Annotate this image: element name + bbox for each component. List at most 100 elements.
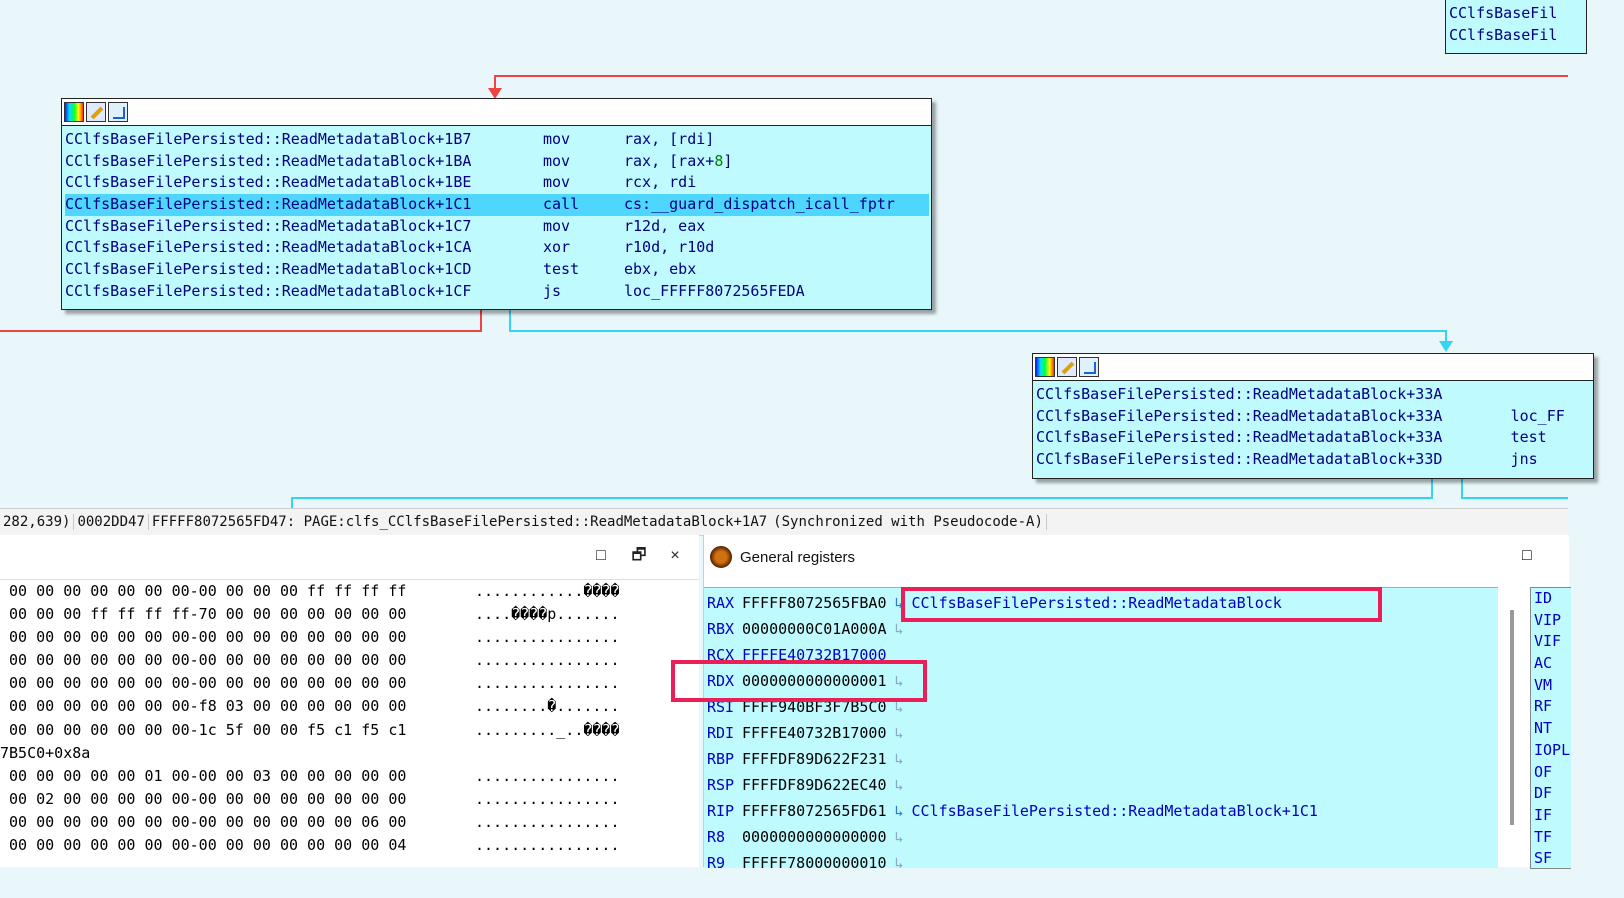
flag-item[interactable]: DF xyxy=(1531,783,1571,805)
hex-row[interactable]: 00 00 00 00 00 00 00-00 00 00 00 00 00 0… xyxy=(0,811,699,834)
hex-ascii: ............���� xyxy=(475,582,620,600)
flag-item[interactable]: SF xyxy=(1531,848,1571,870)
instruction-row[interactable]: CClfsBaseFilePersisted::ReadMetadataBloc… xyxy=(65,216,929,238)
flag-item[interactable]: VIP xyxy=(1531,610,1571,632)
flag-item[interactable]: AC xyxy=(1531,653,1571,675)
graph-node-right[interactable]: CClfsBaseFilePersisted::ReadMetadataBloc… xyxy=(1032,353,1594,479)
instruction-row[interactable]: CClfsBaseFilePersisted::ReadMetadataBloc… xyxy=(65,281,929,303)
instruction-row[interactable]: CClfsBaseFilePersisted::ReadMetadataBloc… xyxy=(65,237,929,259)
graph-node-main[interactable]: CClfsBaseFilePersisted::ReadMetadataBloc… xyxy=(61,98,932,310)
register-row[interactable]: RDI FFFFE40732B17000 ↳ xyxy=(707,721,904,745)
graph-view[interactable]: CClfsBaseFil CClfsBaseFil CClfsBaseFileP… xyxy=(0,0,1594,508)
register-name: RBX xyxy=(707,620,735,638)
instruction-list: CClfsBaseFilePersisted::ReadMetadataBloc… xyxy=(62,126,931,305)
hex-ascii: ........�....... xyxy=(475,697,620,716)
jump-target-link[interactable]: loc_FFFFF8072565FEDA xyxy=(624,281,805,303)
node-row[interactable]: CClfsBaseFil xyxy=(1449,25,1584,47)
instruction-row[interactable]: CClfsBaseFilePersisted::ReadMetadataBloc… xyxy=(1036,427,1591,449)
register-row[interactable]: R9 FFFFF78000000010 ↳ xyxy=(707,851,904,868)
hex-bytes: 00 00 00 00 00 00 00-00 00 00 00 00 00 0… xyxy=(0,812,407,831)
register-row[interactable]: RBX 00000000C01A000A ↳ xyxy=(707,617,904,641)
flag-item[interactable]: NT xyxy=(1531,718,1571,740)
node-header xyxy=(62,99,931,126)
maximize-button[interactable]: □ xyxy=(592,547,610,565)
node-row[interactable]: CClfsBaseFil xyxy=(1449,3,1584,25)
register-value[interactable]: FFFFF8072565FD61 xyxy=(742,802,887,820)
hex-ascii: ................ xyxy=(475,766,620,785)
instruction-row[interactable]: CClfsBaseFilePersisted::ReadMetadataBloc… xyxy=(65,151,929,173)
flag-item[interactable]: TF xyxy=(1531,827,1571,849)
hex-dump[interactable]: 00 00 00 00 00 00 00-00 00 00 00 ff ff f… xyxy=(0,580,699,857)
group-node-icon[interactable] xyxy=(1079,357,1099,377)
edge-red-out xyxy=(0,310,482,332)
register-value[interactable]: FFFFE40732B17000 xyxy=(742,724,887,742)
register-row[interactable]: R8 0000000000000000 ↳ xyxy=(707,825,904,849)
instruction-row[interactable]: CClfsBaseFilePersisted::ReadMetadataBloc… xyxy=(65,172,929,194)
register-value[interactable]: 00000000C01A000A xyxy=(742,620,887,638)
hex-row[interactable]: 00 00 00 00 00 00 00-00 00 00 00 00 00 0… xyxy=(0,649,699,672)
hex-row[interactable]: 00 00 00 ff ff ff ff-70 00 00 00 00 00 0… xyxy=(0,603,699,626)
hex-row[interactable]: 00 00 00 00 00 00 00-00 00 00 00 00 00 0… xyxy=(0,672,699,695)
instruction-row[interactable]: CClfsBaseFilePersisted::ReadMetadataBloc… xyxy=(1036,384,1591,406)
register-scrollbar[interactable] xyxy=(1510,610,1514,825)
flag-item[interactable]: VM xyxy=(1531,675,1571,697)
edit-node-icon[interactable] xyxy=(1057,357,1077,377)
close-button[interactable]: × xyxy=(666,547,684,565)
group-node-icon[interactable] xyxy=(108,102,128,122)
register-row[interactable]: RBP FFFFDF89D622F231 ↳ xyxy=(707,747,904,771)
flag-item[interactable]: ID xyxy=(1531,588,1571,610)
instruction-row[interactable]: CClfsBaseFilePersisted::ReadMetadataBloc… xyxy=(1036,449,1591,471)
instruction-row[interactable]: CClfsBaseFilePersisted::ReadMetadataBloc… xyxy=(65,129,929,151)
edge-cyan-arrow xyxy=(1439,341,1453,352)
register-row[interactable]: RIP FFFFF8072565FD61 ↳ CClfsBaseFilePersist… xyxy=(707,799,1318,823)
register-value[interactable]: FFFFDF89D622F231 xyxy=(742,750,887,768)
instruction-row[interactable]: CClfsBaseFilePersisted::ReadMetadataBloc… xyxy=(65,259,929,281)
color-palette-icon[interactable] xyxy=(1035,357,1055,377)
jump-arrow-icon[interactable]: ↳ xyxy=(895,828,904,846)
maximize-button[interactable]: □ xyxy=(1522,547,1532,565)
instruction-address: CClfsBaseFilePersisted::ReadMetadataBloc… xyxy=(65,238,472,257)
hex-view-panel[interactable]: □ 🗗 × 00 00 00 00 00 00 00-00 00 00 00 f… xyxy=(0,535,699,867)
jump-arrow-icon[interactable]: ↳ xyxy=(895,802,904,820)
hex-label-row: 7B5C0+0x8a xyxy=(0,742,699,765)
color-palette-icon[interactable] xyxy=(64,102,84,122)
restore-button[interactable]: 🗗 xyxy=(630,547,648,565)
hex-row[interactable]: 00 02 00 00 00 00 00-00 00 00 00 00 00 0… xyxy=(0,788,699,811)
register-symbol[interactable]: CClfsBaseFilePersisted::ReadMetadataBloc… xyxy=(912,802,1318,820)
flag-item[interactable]: OF xyxy=(1531,762,1571,784)
register-name: RIP xyxy=(707,802,735,820)
edit-node-icon[interactable] xyxy=(86,102,106,122)
register-value[interactable]: FFFFF8072565FBA0 xyxy=(742,594,887,612)
register-list[interactable]: RAX FFFFF8072565FBA0 ↳ CClfsBaseFilePersist… xyxy=(704,587,1498,868)
flag-item[interactable]: IF xyxy=(1531,805,1571,827)
jump-arrow-icon[interactable]: ↳ xyxy=(895,620,904,638)
instruction-operand[interactable]: cs:__guard_dispatch_icall_fptr xyxy=(624,194,895,216)
register-row[interactable]: RSP FFFFDF89D622EC40 ↳ xyxy=(707,773,904,797)
hex-row[interactable]: 00 00 00 00 00 00 00-00 00 00 00 00 00 0… xyxy=(0,626,699,649)
hex-ascii: ................ xyxy=(475,628,620,647)
flags-list[interactable]: ID VIP VIF AC VM RF NT IOPL OF DF IF TF … xyxy=(1530,587,1571,869)
register-value[interactable]: FFFFDF89D622EC40 xyxy=(742,776,887,794)
jump-arrow-icon[interactable]: ↳ xyxy=(895,776,904,794)
register-value[interactable]: 0000000000000000 xyxy=(742,828,887,846)
hex-row[interactable]: 00 00 00 00 00 00 00-00 00 00 00 ff ff f… xyxy=(0,580,699,603)
instruction-row-selected[interactable]: CClfsBaseFilePersisted::ReadMetadataBloc… xyxy=(65,194,929,216)
instruction-row[interactable]: CClfsBaseFilePersisted::ReadMetadataBloc… xyxy=(1036,406,1591,428)
hex-row[interactable]: 00 00 00 00 00 00 00-f8 03 00 00 00 00 0… xyxy=(0,695,699,718)
edge-red-in xyxy=(494,75,1568,92)
graph-node-top[interactable]: CClfsBaseFil CClfsBaseFil xyxy=(1445,0,1587,54)
instruction-address: CClfsBaseFilePersisted::ReadMetadataBloc… xyxy=(1036,385,1443,403)
jump-arrow-icon[interactable]: ↳ xyxy=(895,750,904,768)
register-value[interactable]: FFFFF78000000010 xyxy=(742,854,887,868)
register-name: RBP xyxy=(707,750,735,768)
hex-row[interactable]: 00 00 00 00 00 01 00-00 00 03 00 00 00 0… xyxy=(0,765,699,788)
flag-item[interactable]: VIF xyxy=(1531,631,1571,653)
hex-bytes: 00 00 00 00 00 00 00-00 00 00 00 ff ff f… xyxy=(0,582,407,600)
hex-row[interactable]: 00 00 00 00 00 00 00-1c 5f 00 00 f5 c1 f… xyxy=(0,719,699,742)
instruction-operand: r12d, eax xyxy=(624,216,706,235)
jump-arrow-icon[interactable]: ↳ xyxy=(895,724,904,742)
jump-arrow-icon[interactable]: ↳ xyxy=(895,854,904,868)
flag-item[interactable]: IOPL xyxy=(1531,740,1571,762)
hex-row[interactable]: 00 00 00 00 00 00 00-00 00 00 00 00 00 0… xyxy=(0,834,699,857)
flag-item[interactable]: RF xyxy=(1531,696,1571,718)
